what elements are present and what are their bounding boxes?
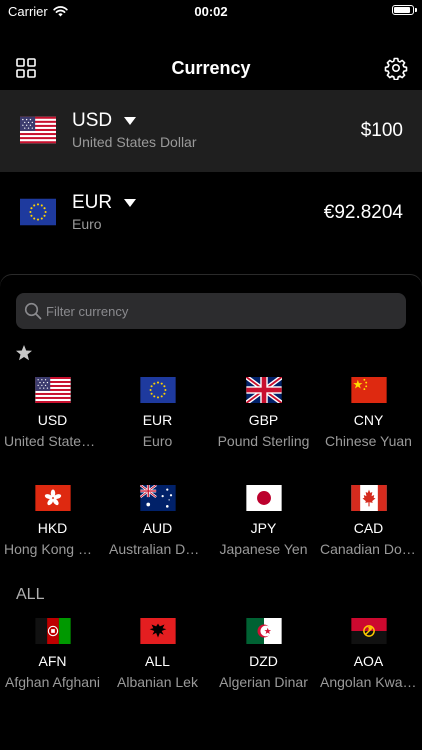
currency-name: United States Dollar — [72, 134, 197, 150]
navigation-bar: Currency — [0, 44, 422, 92]
search-icon — [24, 302, 42, 320]
currency-cell-hkd[interactable]: HKD Hong Kong Dollar — [0, 485, 105, 557]
currency-cell-jpy[interactable]: JPY Japanese Yen — [211, 485, 316, 557]
status-bar: Carrier 00:02 — [0, 0, 422, 24]
currency-cell-eur[interactable]: EUR Euro — [105, 377, 210, 449]
status-time: 00:02 — [194, 4, 228, 19]
flag-dz-icon — [246, 618, 282, 644]
flag-af-icon — [35, 618, 71, 644]
cell-name: Hong Kong Dollar — [4, 541, 105, 557]
cell-name: United States Dollar — [4, 433, 105, 449]
battery-fill — [394, 7, 411, 13]
star-icon — [16, 345, 32, 361]
cell-name: Japanese Yen — [219, 541, 308, 557]
flag-eu-icon — [20, 198, 56, 226]
caret-down-icon[interactable] — [124, 199, 137, 207]
currency-cell-gbp[interactable]: GBP Pound Sterling — [211, 377, 316, 449]
currency-cell-afn[interactable]: AFN Afghan Afghani — [0, 618, 105, 690]
flag-ao-icon — [351, 618, 387, 644]
converter-row-base[interactable]: USD United States Dollar $100 — [0, 90, 422, 172]
currency-cell-cad[interactable]: CAD Canadian Dollar — [316, 485, 421, 557]
cell-code: AUD — [142, 520, 173, 536]
cell-code: DZD — [249, 653, 278, 669]
currency-selector[interactable]: USD — [72, 110, 137, 132]
cell-code: AFN — [38, 653, 67, 669]
battery-icon — [392, 5, 417, 15]
currency-cell-cny[interactable]: CNY Chinese Yuan — [316, 377, 421, 449]
cell-name: Pound Sterling — [217, 433, 310, 449]
cell-code: USD — [37, 412, 68, 428]
cell-code: GBP — [248, 412, 279, 428]
currency-code: USD — [72, 110, 113, 131]
cell-name: Chinese Yuan — [325, 433, 412, 449]
cell-code: JPY — [250, 520, 277, 536]
flag-ca-icon — [351, 485, 387, 511]
flag-au-icon — [140, 485, 176, 511]
cell-name: Afghan Afghani — [5, 674, 100, 690]
currency-amount[interactable]: $100 — [361, 120, 403, 142]
cell-name: Albanian Lek — [117, 674, 198, 690]
search-input[interactable] — [46, 293, 396, 329]
cell-name: Algerian Dinar — [219, 674, 308, 690]
currency-cell-dzd[interactable]: DZD Algerian Dinar — [211, 618, 316, 690]
currency-name: Euro — [72, 216, 102, 232]
currency-picker-sheet: USD United States Dollar EUR Euro GBP Po… — [0, 275, 422, 750]
flag-eu-icon — [140, 377, 176, 403]
section-header-all: ALL — [16, 586, 45, 603]
page-title: Currency — [171, 58, 251, 78]
cell-name: Angolan Kwanza — [320, 674, 421, 690]
gear-icon[interactable] — [384, 56, 408, 80]
cell-code: AOA — [353, 653, 384, 669]
converter-row-target[interactable]: EUR Euro €92.8204 — [0, 172, 422, 254]
cell-code: HKD — [37, 520, 68, 536]
flag-gb-icon — [246, 377, 282, 403]
flag-cn-icon — [351, 377, 387, 403]
currency-code: EUR — [72, 192, 113, 213]
caret-down-icon[interactable] — [124, 117, 137, 125]
flag-jp-icon — [246, 485, 282, 511]
search-bar[interactable] — [16, 293, 406, 329]
currency-selector[interactable]: EUR — [72, 192, 137, 214]
currency-cell-all[interactable]: ALL Albanian Lek — [105, 618, 210, 690]
cell-code: EUR — [142, 412, 173, 428]
cell-code: CNY — [353, 412, 384, 428]
cell-code: ALL — [145, 653, 170, 669]
currency-cell-aoa[interactable]: AOA Angolan Kwanza — [316, 618, 421, 690]
flag-hk-icon — [35, 485, 71, 511]
cell-code: CAD — [353, 520, 384, 536]
flag-us-icon — [35, 377, 71, 403]
currency-amount[interactable]: €92.8204 — [324, 202, 403, 224]
flag-al-icon — [140, 618, 176, 644]
currency-cell-usd[interactable]: USD United States Dollar — [0, 377, 105, 449]
currency-cell-aud[interactable]: AUD Australian Dollar — [105, 485, 210, 557]
cell-name: Euro — [142, 433, 173, 449]
cell-name: Australian Dollar — [109, 541, 210, 557]
cell-name: Canadian Dollar — [320, 541, 421, 557]
flag-us-icon — [20, 116, 56, 144]
